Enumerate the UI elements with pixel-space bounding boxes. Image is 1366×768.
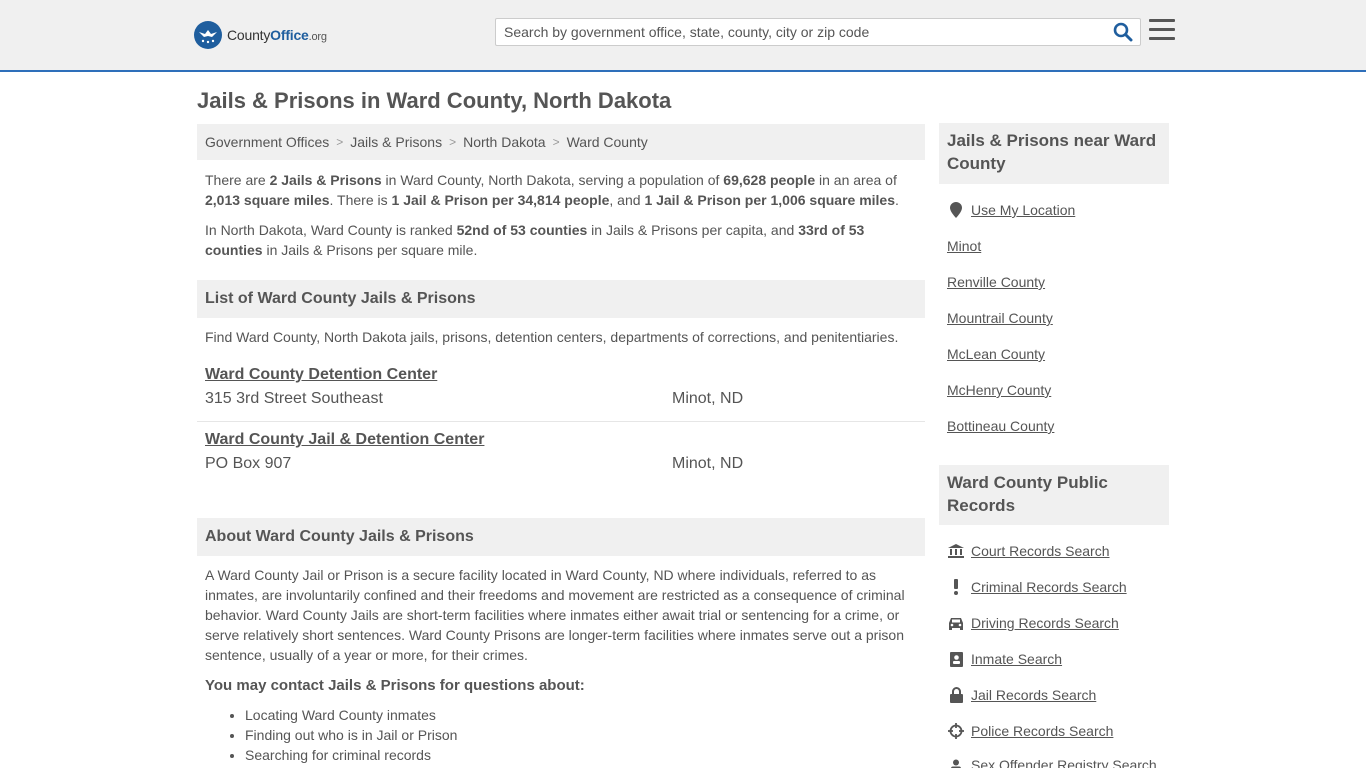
inmate-search-link[interactable]: Inmate Search — [971, 651, 1062, 667]
eagle-seal-icon — [194, 21, 222, 49]
about-section-heading: About Ward County Jails & Prisons — [197, 518, 925, 556]
search-bar — [495, 18, 1141, 46]
listing-address: 315 3rd Street Southeast — [205, 390, 383, 407]
listing-address: PO Box 907 — [205, 455, 292, 472]
map-marker-icon — [947, 201, 965, 219]
listing-item: Ward County Jail & Detention Center PO B… — [197, 422, 925, 487]
search-input[interactable] — [496, 19, 1106, 45]
breadcrumb-jails-prisons[interactable]: Jails & Prisons — [350, 134, 442, 150]
list-item: Locating Ward County inmates — [245, 705, 457, 725]
list-section-heading: List of Ward County Jails & Prisons — [197, 280, 925, 318]
search-icon — [1113, 22, 1133, 42]
hamburger-menu-icon[interactable] — [1149, 19, 1175, 43]
logo-wordmark: CountyOffice.org — [227, 27, 327, 43]
listing-city: Minot, ND — [672, 455, 744, 472]
nearby-link-mclean-county[interactable]: McLean County — [947, 346, 1045, 362]
contact-topics-list: Locating Ward County inmates Finding out… — [245, 705, 457, 765]
crosshair-icon — [947, 722, 965, 740]
police-records-search-link[interactable]: Police Records Search — [971, 723, 1113, 739]
logo-office: Office — [270, 27, 309, 43]
breadcrumb-separator-icon: > — [552, 135, 560, 149]
exclamation-icon — [947, 578, 965, 596]
driving-records-search-link[interactable]: Driving Records Search — [971, 615, 1119, 631]
breadcrumb-separator-icon: > — [336, 135, 344, 149]
nearby-link-minot[interactable]: Minot — [947, 238, 981, 254]
breadcrumb-government-offices[interactable]: Government Offices — [205, 134, 329, 150]
logo-county: County — [227, 27, 271, 43]
sex-offender-registry-search-link[interactable]: Sex Offender Registry Search — [971, 757, 1157, 768]
nearby-link-renville-county[interactable]: Renville County — [947, 274, 1045, 290]
nearby-link-mchenry-county[interactable]: McHenry County — [947, 382, 1051, 398]
about-paragraph: A Ward County Jail or Prison is a secure… — [205, 567, 905, 663]
intro-paragraph-stats: There are 2 Jails & Prisons in Ward Coun… — [205, 172, 899, 208]
page-title: Jails & Prisons in Ward County, North Da… — [197, 88, 672, 113]
public-records-heading: Ward County Public Records — [939, 465, 1169, 525]
listing-city: Minot, ND — [672, 390, 744, 407]
breadcrumb: Government Offices > Jails & Prisons > N… — [197, 124, 925, 160]
nearby-link-mountrail-county[interactable]: Mountrail County — [947, 310, 1053, 326]
breadcrumb-separator-icon: > — [449, 135, 457, 149]
car-icon — [947, 614, 965, 632]
lock-icon — [947, 686, 965, 704]
inmate-badge-icon — [947, 650, 965, 668]
use-my-location-link[interactable]: Use My Location — [971, 202, 1075, 218]
county-office-logo[interactable]: CountyOffice.org — [194, 21, 327, 49]
list-item: Searching for criminal records — [245, 745, 457, 765]
listing-name-link[interactable]: Ward County Detention Center — [205, 366, 437, 384]
listing-name-link[interactable]: Ward County Jail & Detention Center — [205, 431, 484, 449]
contact-heading: You may contact Jails & Prisons for ques… — [205, 677, 585, 694]
logo-org: .org — [308, 31, 327, 43]
breadcrumb-ward-county[interactable]: Ward County — [567, 134, 648, 150]
courthouse-icon — [947, 542, 965, 560]
site-header: CountyOffice.org — [0, 0, 1366, 72]
intro-paragraph-ranking: In North Dakota, Ward County is ranked 5… — [205, 222, 865, 258]
breadcrumb-north-dakota[interactable]: North Dakota — [463, 134, 545, 150]
criminal-records-search-link[interactable]: Criminal Records Search — [971, 579, 1127, 595]
person-icon — [947, 756, 965, 768]
list-section-description: Find Ward County, North Dakota jails, pr… — [205, 329, 899, 345]
list-item: Finding out who is in Jail or Prison — [245, 725, 457, 745]
jail-records-search-link[interactable]: Jail Records Search — [971, 687, 1096, 703]
court-records-search-link[interactable]: Court Records Search — [971, 543, 1110, 559]
listing-item: Ward County Detention Center 315 3rd Str… — [197, 357, 925, 422]
nearby-link-bottineau-county[interactable]: Bottineau County — [947, 418, 1054, 434]
nearby-heading: Jails & Prisons near Ward County — [939, 123, 1169, 184]
search-button[interactable] — [1112, 22, 1134, 44]
